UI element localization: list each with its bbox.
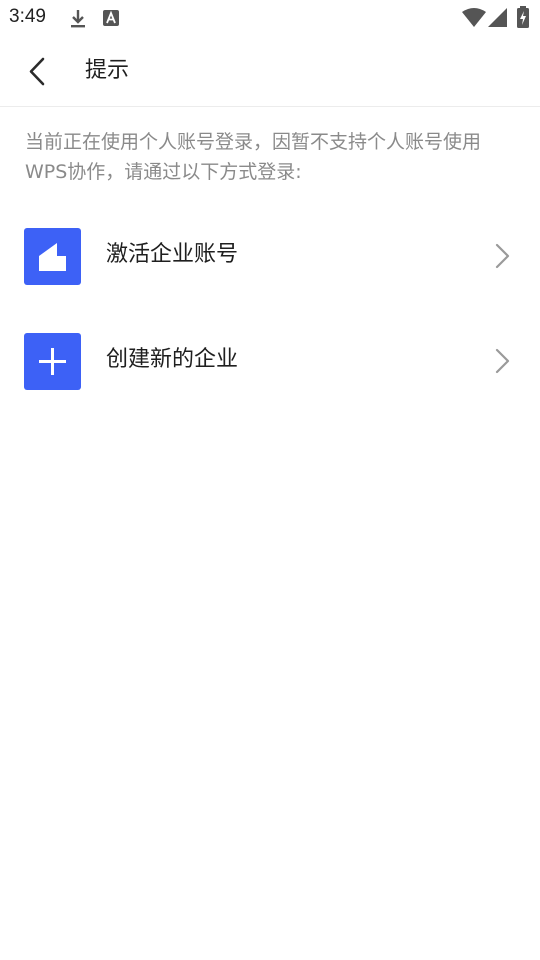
- a-notification-icon: [103, 10, 119, 26]
- page-title: 提示: [85, 58, 130, 83]
- signal-icon: [488, 8, 507, 27]
- plus-icon: [24, 333, 81, 390]
- wifi-icon: [462, 8, 486, 27]
- chevron-left-icon: [29, 57, 45, 86]
- status-time: 3:49: [9, 6, 46, 27]
- battery-charging-icon: [517, 6, 529, 28]
- back-button[interactable]: [18, 52, 58, 92]
- chevron-right-icon: [495, 348, 510, 374]
- create-enterprise-label: 创建新的企业: [106, 347, 239, 372]
- screen: 3:49 提示 当前正在使用个人账号登录，因暂不支持个人账号使用WPS协作，请通…: [0, 0, 540, 960]
- status-bar: 3:49: [0, 0, 540, 36]
- create-enterprise-option[interactable]: 创建新的企业: [0, 319, 540, 403]
- hint-text: 当前正在使用个人账号登录，因暂不支持个人账号使用WPS协作，请通过以下方式登录:: [25, 131, 482, 183]
- building-icon: [24, 228, 81, 285]
- app-header: 提示: [0, 36, 540, 107]
- activate-enterprise-account-option[interactable]: 激活企业账号: [0, 214, 540, 298]
- activate-enterprise-account-label: 激活企业账号: [106, 242, 239, 267]
- download-icon: [71, 10, 85, 28]
- chevron-right-icon: [495, 243, 510, 269]
